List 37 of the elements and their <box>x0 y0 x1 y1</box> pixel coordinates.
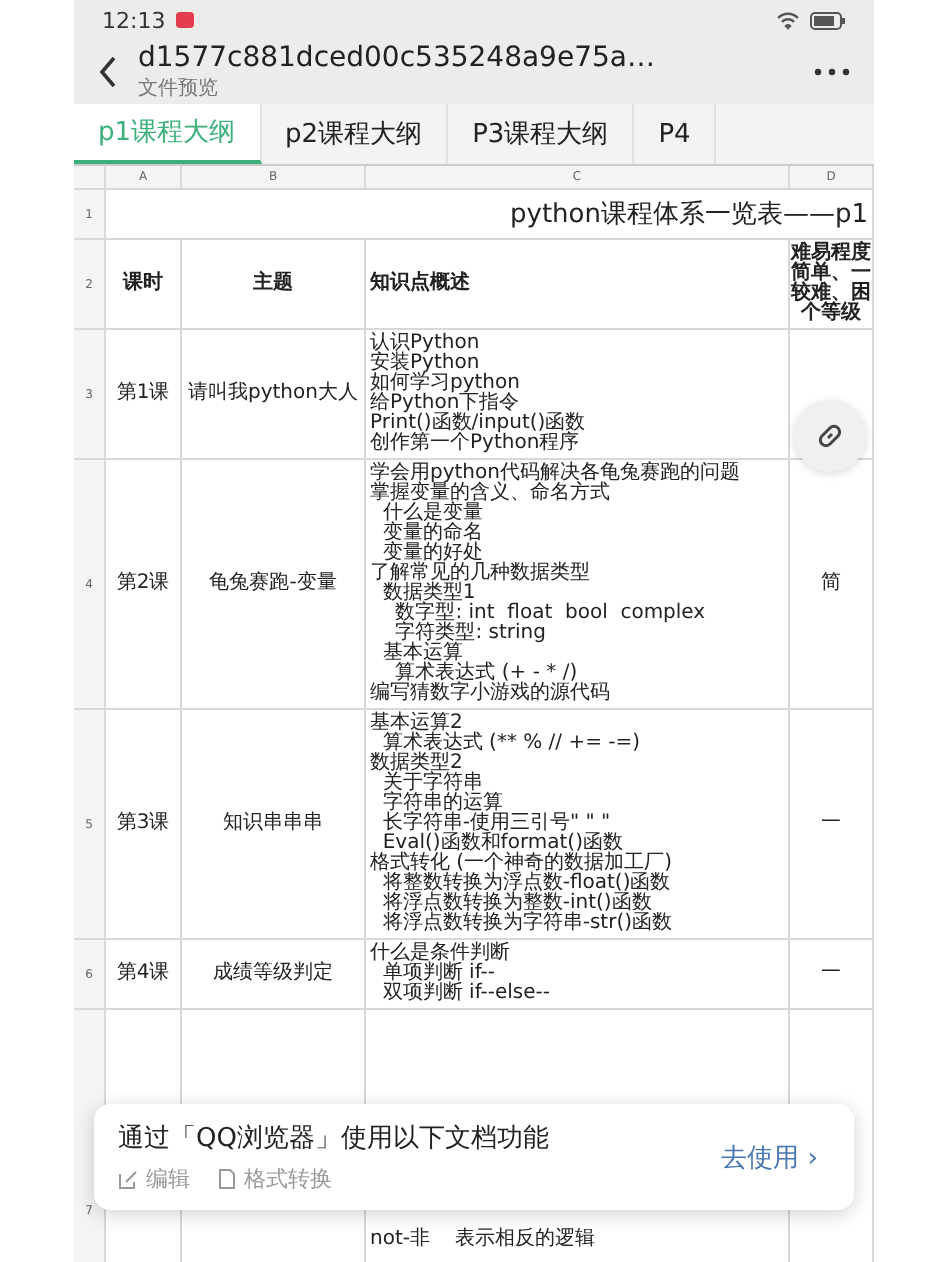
table-cell: 龟兔赛跑-变量 <box>209 574 337 594</box>
battery-icon <box>810 11 846 29</box>
table-cell: 一 <box>821 964 841 984</box>
table-cell: 知识串串串 <box>223 814 323 834</box>
table-cell: 难易程度 简单、一 较难、困 个等级 <box>791 244 871 324</box>
file-subtitle: 文件预览 <box>138 75 220 102</box>
notification-icon <box>175 12 194 28</box>
table-cell: not-非 表示相反的逻辑 <box>370 1230 596 1250</box>
more-icon[interactable] <box>814 68 850 76</box>
edit-icon <box>118 1169 138 1189</box>
use-link[interactable]: 去使用 › <box>709 1137 830 1177</box>
table-cell: 课时 <box>123 274 163 294</box>
table-cell: 第1课 <box>116 384 170 404</box>
banner-action: 格式转换 <box>244 1164 332 1194</box>
table-cell: 第4课 <box>116 964 170 984</box>
table-cell: 成绩等级判定 <box>213 964 333 984</box>
banner-message: 通过「QQ浏览器」使用以下文档功能 <box>118 1122 551 1156</box>
document-icon <box>218 1168 236 1190</box>
wifi-icon <box>776 11 800 29</box>
link-icon <box>814 420 846 452</box>
table-cell: 知识点概述 <box>370 274 470 294</box>
table-cell: 主题 <box>253 274 293 294</box>
link-button[interactable] <box>794 400 866 472</box>
table-cell: 第2课 <box>116 574 170 594</box>
table-cell: 请叫我python大人 <box>188 384 358 404</box>
table-cell: 基本运算2 算术表达式 (** % // += -=) 数据类型2 关于字符串 字符串的运算 长字符串-使用三引号" " " Eval()函数和format()函数 格式转化 (一个神奇的数据加工厂) 将整数转换为浮点数-float()函数 将浮点数转换为整数-int()函数 将浮点数转换为字符串-str()函数 <box>370 714 673 934</box>
back-icon[interactable] <box>98 56 118 88</box>
table-cell: 认识Python 安装Python 如何学习python 给Python下指令 Print()函数/input()函数 创作第一个Python程序 <box>370 334 586 454</box>
table-cell: 第3课 <box>116 814 170 834</box>
sheet-title: python课程体系一览表——p1 <box>510 198 868 232</box>
status-time: 12:13 <box>102 7 166 33</box>
table-cell: 学会用python代码解决各龟兔赛跑的问题 掌握变量的含义、命名方式 什么是变量 变量的命名 变量的好处 了解常见的几种数据类型 数据类型1 数字型: int float bool complex 字符类型: string 基本运算 算术表达式 (+ - * /) 编写猜数字小游戏的源代码 <box>370 464 740 704</box>
table-cell: 一 <box>821 814 841 834</box>
table-cell: 简 <box>821 574 841 594</box>
file-title: d1577c881dced00c535248a9e75a… <box>138 42 657 74</box>
banner-action: 编辑 <box>146 1164 190 1194</box>
table-cell: 什么是条件判断 单项判断 if-- 双项判断 if--else-- <box>370 944 551 1004</box>
